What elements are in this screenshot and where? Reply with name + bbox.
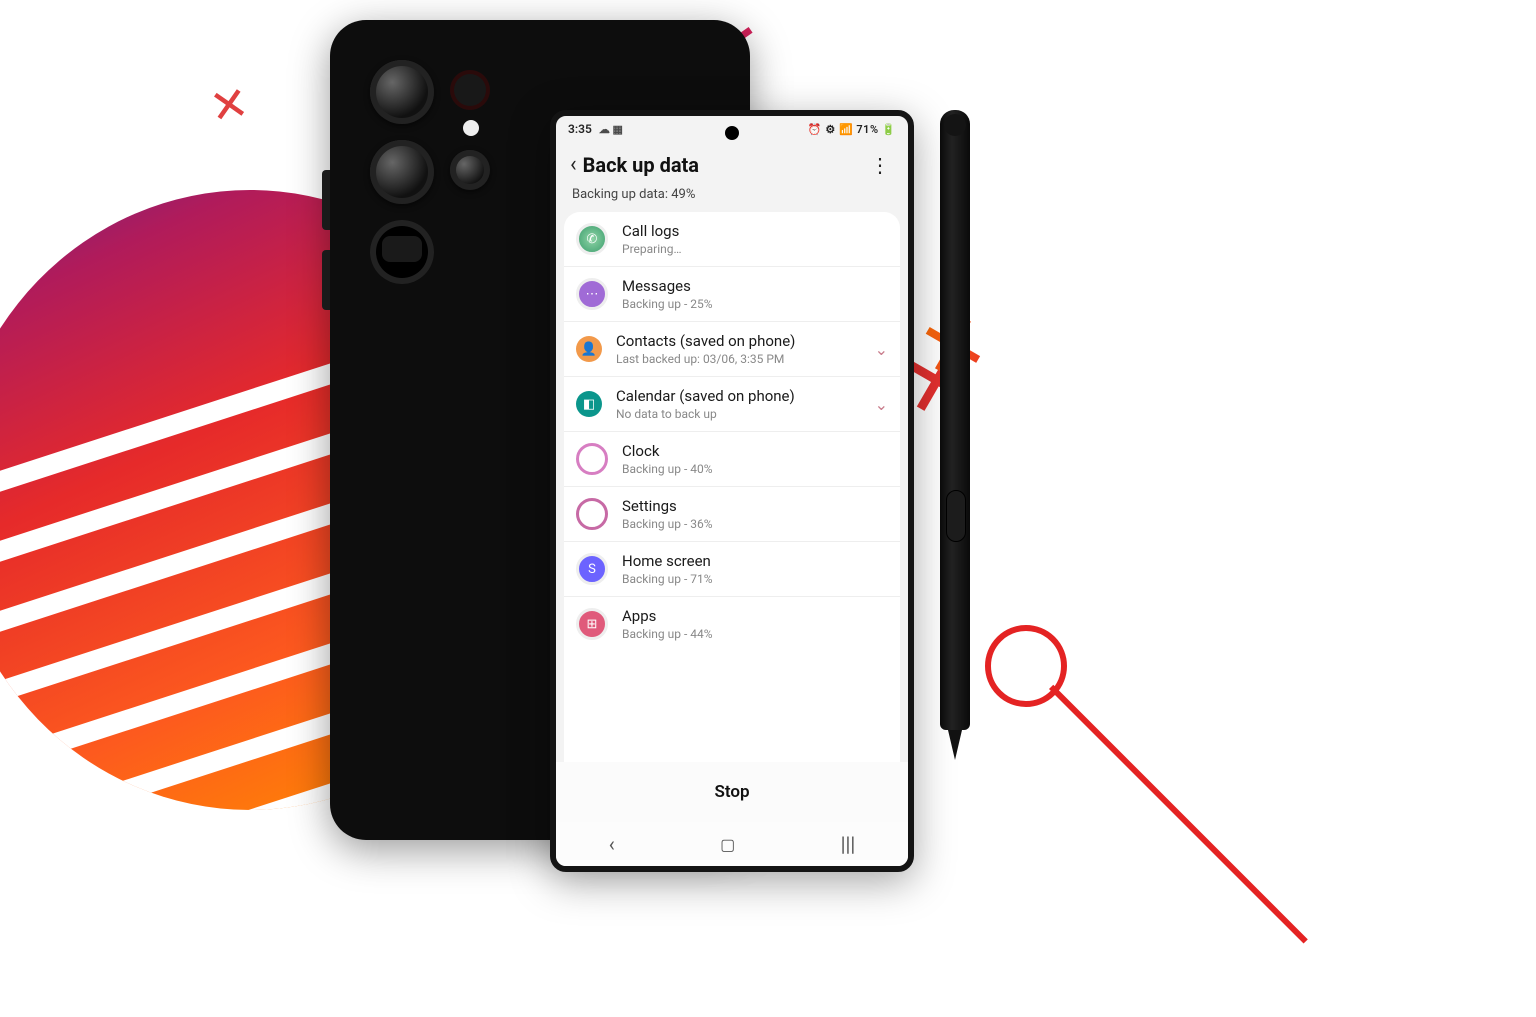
camera-notch: [725, 126, 739, 140]
backup-item-status: Backing up - 25%: [622, 297, 888, 311]
chevron-down-icon[interactable]: ⌄: [875, 395, 888, 414]
backup-items-list: ✆ Call logs Preparing… ⋯ Messages Backing up …: [564, 212, 900, 762]
decorative-x-icon: ✕: [206, 75, 254, 136]
cal-icon: ◧: [576, 391, 602, 417]
backup-item-row[interactable]: ◔ Clock Backing up - 40%: [564, 432, 900, 487]
backup-item-title: Settings: [622, 497, 888, 515]
backup-item-row[interactable]: ◧ Calendar (saved on phone) No data to bac…: [564, 377, 900, 432]
backup-item-row[interactable]: 👤 Contacts (saved on phone) Last backed up…: [564, 322, 900, 377]
msg-icon: ⋯: [576, 278, 608, 310]
backup-item-status: Backing up - 71%: [622, 572, 888, 586]
contact-icon: 👤: [576, 336, 602, 362]
clock-icon: ◔: [576, 443, 608, 475]
backup-item-title: Clock: [622, 442, 888, 460]
backup-item-status: No data to back up: [616, 407, 875, 421]
backup-item-title: Calendar (saved on phone): [616, 387, 875, 405]
backup-item-row[interactable]: ⊞ Apps Backing up - 44%: [564, 597, 900, 651]
backup-item-status: Backing up - 44%: [622, 627, 888, 641]
backup-item-status: Backing up - 40%: [622, 462, 888, 476]
phone-front-screen: 3:35 ☁ ▦ ⏰ ⚙ 📶 71% 🔋 ‹ Back up data ⋮ Ba…: [550, 110, 914, 872]
status-time: 3:35: [568, 122, 592, 136]
stop-button[interactable]: Stop: [714, 782, 749, 802]
backup-item-status: Preparing…: [622, 242, 888, 256]
backup-item-row[interactable]: ⋯ Messages Backing up - 25%: [564, 267, 900, 322]
nav-back-button[interactable]: ‹: [609, 832, 615, 856]
more-options-button[interactable]: ⋮: [864, 153, 896, 177]
backup-item-status: Backing up - 36%: [622, 517, 888, 531]
backup-item-title: Home screen: [622, 552, 888, 570]
apps-icon: ⊞: [576, 608, 608, 640]
page-title: Back up data: [583, 153, 864, 177]
decorative-magnifier-icon: [985, 625, 1067, 707]
backup-item-status: Last backed up: 03/06, 3:35 PM: [616, 352, 875, 366]
nav-recent-button[interactable]: |||: [841, 832, 856, 856]
backup-item-title: Messages: [622, 277, 888, 295]
status-left-icons: ☁ ▦: [599, 123, 623, 136]
chevron-down-icon[interactable]: ⌄: [875, 340, 888, 359]
set-icon: ⚙: [576, 498, 608, 530]
screen-header: ‹ Back up data ⋮: [556, 138, 908, 187]
backup-item-row[interactable]: ⚙ Settings Backing up - 36%: [564, 487, 900, 542]
backup-item-title: Apps: [622, 607, 888, 625]
home-icon: S: [576, 553, 608, 585]
backup-item-row[interactable]: S Home screen Backing up - 71%: [564, 542, 900, 597]
footer-bar: Stop: [556, 762, 908, 822]
s-pen-illustration: [940, 110, 970, 770]
back-button[interactable]: ‹: [568, 152, 583, 177]
backup-item-title: Call logs: [622, 222, 888, 240]
backup-item-row[interactable]: ✆ Call logs Preparing…: [564, 212, 900, 267]
status-right-icons: ⏰ ⚙ 📶 71% 🔋: [808, 123, 896, 136]
backup-progress-label: Backing up data: 49%: [556, 187, 908, 212]
android-nav-bar: ‹ ▢ |||: [556, 822, 908, 866]
nav-home-button[interactable]: ▢: [720, 835, 735, 854]
backup-item-title: Contacts (saved on phone): [616, 332, 875, 350]
call-icon: ✆: [576, 223, 608, 255]
